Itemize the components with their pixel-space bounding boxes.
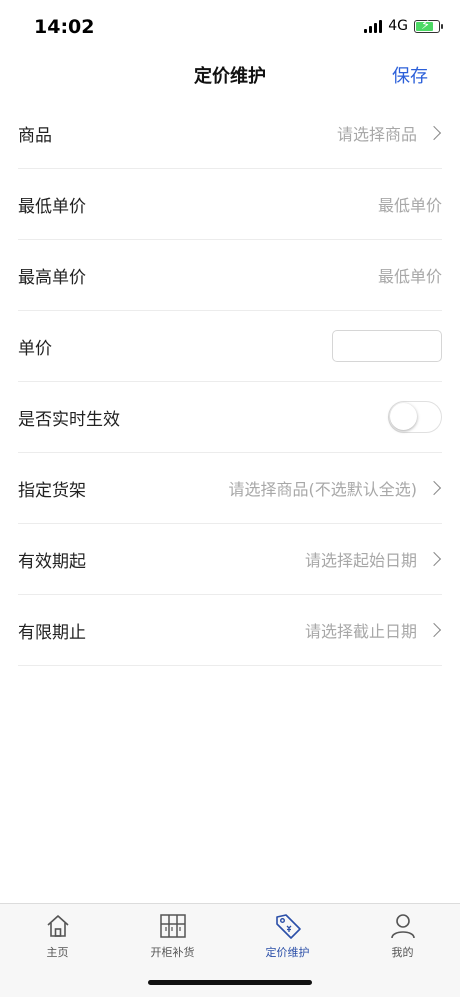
- min-price-input[interactable]: 最低单价: [378, 192, 442, 216]
- battery-icon: ⚡: [414, 18, 443, 33]
- end-date-placeholder: 请选择截止日期: [304, 622, 417, 641]
- start-date-placeholder: 请选择起始日期: [304, 551, 417, 570]
- price-tag-icon: [275, 914, 301, 939]
- home-icon: [46, 915, 69, 937]
- network-type: 4G: [388, 18, 408, 34]
- max-price-input[interactable]: 最低单价: [378, 263, 442, 287]
- tab-home[interactable]: 主页: [0, 912, 115, 960]
- user-icon: [390, 914, 415, 939]
- nav-bar: 定价维护 保存: [0, 56, 460, 96]
- max-price-row[interactable]: 最高单价 最低单价: [18, 240, 442, 311]
- realtime-label: 是否实时生效: [18, 409, 120, 430]
- product-label: 商品: [18, 125, 52, 146]
- tab-home-label: 主页: [46, 946, 69, 959]
- max-price-label: 最高单价: [18, 267, 86, 288]
- tab-profile[interactable]: 我的: [345, 912, 460, 960]
- chevron-right-icon: [426, 480, 442, 496]
- shelf-label: 指定货架: [18, 480, 86, 501]
- cabinet-icon: [159, 914, 186, 938]
- toggle-knob: [390, 403, 417, 430]
- save-button[interactable]: 保存: [392, 62, 428, 88]
- end-date-row[interactable]: 有限期止 请选择截止日期: [18, 595, 442, 666]
- tab-pricing[interactable]: 定价维护: [230, 912, 345, 960]
- signal-icon: [364, 19, 383, 33]
- chevron-right-icon: [426, 551, 442, 567]
- tab-profile-label: 我的: [391, 946, 414, 959]
- unit-price-row: 单价: [18, 311, 442, 382]
- shelf-row[interactable]: 指定货架 请选择商品(不选默认全选): [18, 453, 442, 524]
- end-date-label: 有限期止: [18, 622, 86, 643]
- product-placeholder: 请选择商品: [336, 125, 417, 144]
- tab-restock-label: 开柜补货: [150, 946, 195, 959]
- status-indicators: 4G ⚡: [364, 18, 443, 34]
- unit-price-input[interactable]: [332, 330, 442, 362]
- realtime-toggle[interactable]: [388, 401, 442, 433]
- start-date-label: 有效期起: [18, 551, 86, 572]
- unit-price-label: 单价: [18, 338, 52, 359]
- chevron-right-icon: [426, 125, 442, 141]
- product-row[interactable]: 商品 请选择商品: [18, 98, 442, 169]
- start-date-row[interactable]: 有效期起 请选择起始日期: [18, 524, 442, 595]
- tab-pricing-label: 定价维护: [265, 946, 310, 959]
- pricing-form: 商品 请选择商品 最低单价 最低单价 最高单价 最低单价 单价 是否实时生效 指…: [18, 98, 442, 666]
- realtime-row: 是否实时生效: [18, 382, 442, 453]
- shelf-placeholder: 请选择商品(不选默认全选): [228, 480, 418, 499]
- status-bar: 14:02 4G ⚡: [0, 0, 460, 56]
- page-title: 定价维护: [194, 66, 266, 87]
- home-indicator[interactable]: [148, 980, 312, 985]
- status-time: 14:02: [34, 16, 95, 38]
- min-price-row[interactable]: 最低单价 最低单价: [18, 169, 442, 240]
- chevron-right-icon: [426, 622, 442, 638]
- tab-restock[interactable]: 开柜补货: [115, 912, 230, 960]
- min-price-label: 最低单价: [18, 196, 86, 217]
